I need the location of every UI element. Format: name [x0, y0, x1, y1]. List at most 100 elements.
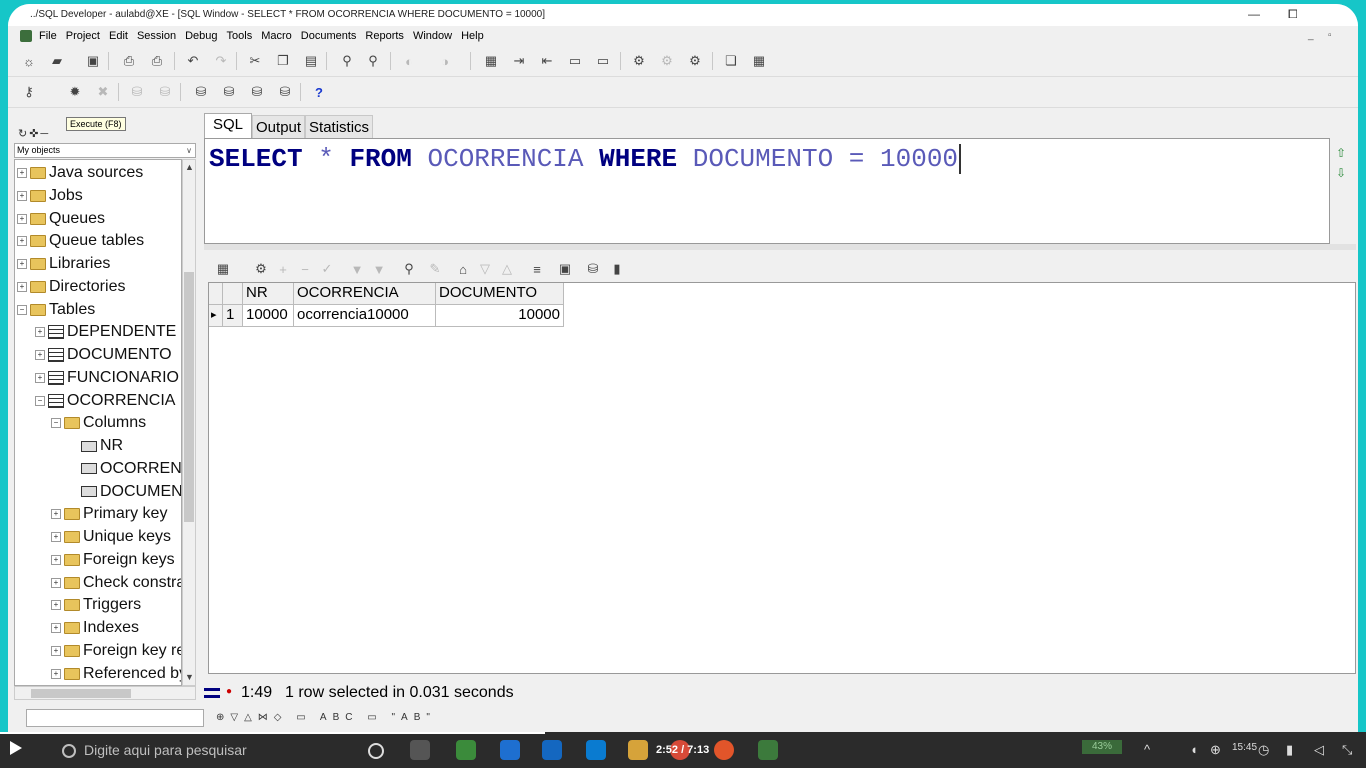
- tab-output[interactable]: Output: [252, 115, 306, 138]
- tree-node[interactable]: + DOCUMENTO: [35, 345, 172, 365]
- sql-developer-taskbar-icon[interactable]: [758, 740, 778, 760]
- tile-icon[interactable]: ▦: [750, 52, 768, 70]
- object-filter-select[interactable]: My objects ∨: [14, 143, 196, 158]
- network-icon[interactable]: ⊕: [1210, 742, 1221, 758]
- file-explorer-icon[interactable]: [628, 740, 648, 760]
- menu-window[interactable]: Window: [413, 30, 452, 42]
- hscroll-thumb[interactable]: [31, 689, 131, 698]
- delete-record-icon[interactable]: −: [296, 260, 314, 278]
- timer-icon[interactable]: ◷: [1258, 742, 1269, 758]
- tree-node[interactable]: − OCORRENCIA: [35, 391, 175, 411]
- collapse-icon[interactable]: −: [35, 395, 45, 406]
- expand-icon[interactable]: +: [51, 600, 61, 611]
- uncomment-icon[interactable]: ▭: [594, 52, 612, 70]
- tree-horizontal-scrollbar[interactable]: [14, 686, 196, 700]
- menu-documents[interactable]: Documents: [301, 30, 357, 42]
- tree-node[interactable]: + Java sources: [17, 163, 143, 183]
- copy-icon[interactable]: ❐: [274, 52, 292, 70]
- tab-sql[interactable]: SQL: [204, 113, 253, 138]
- menu-debug[interactable]: Debug: [185, 30, 217, 42]
- fullscreen-exit-icon[interactable]: ⤡: [1342, 742, 1352, 758]
- tree-node[interactable]: + Libraries: [17, 254, 110, 274]
- speaker-icon[interactable]: ◖: [1190, 742, 1198, 757]
- expand-icon[interactable]: +: [17, 213, 27, 224]
- export-icon[interactable]: ▣: [556, 260, 574, 278]
- print-icon[interactable]: ⎙: [120, 52, 138, 70]
- tree-node[interactable]: + Queue tables: [17, 231, 144, 251]
- fetch-next-icon[interactable]: ▼: [348, 260, 366, 278]
- redo-icon[interactable]: ↷: [212, 52, 230, 70]
- column-header[interactable]: [209, 283, 223, 305]
- tree-node[interactable]: + Unique keys: [51, 527, 171, 547]
- video-progress-bar[interactable]: [0, 732, 545, 734]
- grid-find-icon[interactable]: ⚲: [400, 260, 418, 278]
- tree-node[interactable]: OCORRENCIA: [67, 459, 181, 479]
- tree-node[interactable]: + Triggers: [51, 595, 141, 615]
- scroll-thumb[interactable]: [184, 272, 194, 522]
- menu-tools[interactable]: Tools: [227, 30, 253, 42]
- expand-icon[interactable]: +: [51, 532, 61, 542]
- mdi-minimize-icon[interactable]: _: [1308, 30, 1314, 41]
- grid-cell[interactable]: 10000: [436, 305, 564, 327]
- volume-icon[interactable]: ◁: [1314, 742, 1324, 758]
- expand-icon[interactable]: +: [35, 350, 45, 360]
- expand-icon[interactable]: +: [51, 668, 61, 679]
- clear-icon[interactable]: ✎: [426, 260, 444, 278]
- outlook-icon[interactable]: [542, 740, 562, 760]
- tree-node[interactable]: + DEPENDENTE: [35, 322, 176, 342]
- insert-record-icon[interactable]: +: [274, 260, 292, 278]
- compile-icon[interactable]: ▦: [482, 52, 500, 70]
- scroll-down-icon[interactable]: ▼: [185, 672, 194, 682]
- arrow-down-icon[interactable]: ⇩: [1336, 166, 1346, 180]
- edge-icon[interactable]: [500, 740, 520, 760]
- menu-session[interactable]: Session: [137, 30, 176, 42]
- find-icon[interactable]: ⚲: [338, 52, 356, 70]
- teams-icon[interactable]: [586, 740, 606, 760]
- maximize-button[interactable]: ⧠: [1288, 7, 1298, 22]
- browser-tools[interactable]: ↻✜─: [18, 127, 50, 140]
- beautify-icon[interactable]: ⚙: [630, 52, 648, 70]
- sort-asc-icon[interactable]: △: [498, 260, 516, 278]
- widgets-icon[interactable]: [410, 740, 430, 760]
- scroll-up-icon[interactable]: ▲: [185, 162, 194, 172]
- collapse-icon[interactable]: −: [17, 304, 27, 315]
- find-replace-icon[interactable]: ⚲: [364, 52, 382, 70]
- tree-node[interactable]: − Columns: [51, 413, 146, 433]
- menu-help[interactable]: Help: [461, 30, 484, 42]
- unindent-icon[interactable]: ⇤: [538, 52, 556, 70]
- new-icon[interactable]: ☼: [20, 52, 38, 70]
- chevron-down-icon[interactable]: ∨: [186, 144, 192, 157]
- expand-icon[interactable]: +: [17, 281, 27, 292]
- paste-icon[interactable]: ▤: [302, 52, 320, 70]
- fetch-last-icon[interactable]: ▼: [370, 260, 388, 278]
- menu-edit[interactable]: Edit: [109, 30, 128, 42]
- collapse-icon[interactable]: −: [51, 418, 61, 429]
- expand-icon[interactable]: +: [51, 577, 61, 588]
- column-header[interactable]: DOCUMENTO: [436, 283, 564, 305]
- help-icon[interactable]: ?: [310, 83, 328, 101]
- expand-icon[interactable]: +: [35, 372, 45, 383]
- tree-node[interactable]: + Foreign keys: [51, 550, 175, 570]
- tree-node[interactable]: NR: [67, 436, 123, 456]
- signal-icon[interactable]: ▮: [1286, 742, 1293, 758]
- tree-node[interactable]: + Jobs: [17, 186, 83, 206]
- windows-icon[interactable]: ❏: [722, 52, 740, 70]
- mdi-restore-icon[interactable]: ▫: [1328, 30, 1332, 41]
- tree-node[interactable]: + Foreign key references: [51, 641, 181, 661]
- expand-icon[interactable]: +: [17, 190, 27, 201]
- grid-cell[interactable]: ocorrencia10000: [294, 305, 436, 327]
- table-row[interactable]: ▸ 1 10000 ocorrencia10000 10000: [209, 305, 564, 327]
- break-icon[interactable]: ✖: [94, 83, 112, 101]
- tree-node[interactable]: + Check constraints: [51, 573, 181, 593]
- commit-icon[interactable]: ⛁: [128, 83, 146, 101]
- expand-icon[interactable]: +: [51, 554, 61, 565]
- task-view-icon[interactable]: [368, 743, 384, 759]
- play-icon[interactable]: [10, 741, 22, 755]
- tree-node[interactable]: + Directories: [17, 277, 125, 297]
- menu-macro[interactable]: Macro: [261, 30, 292, 42]
- firefox-icon[interactable]: [714, 740, 734, 760]
- tree-node[interactable]: + Indexes: [51, 618, 139, 638]
- tab-statistics[interactable]: Statistics: [305, 115, 374, 138]
- execute-icon[interactable]: ✹: [66, 83, 84, 101]
- tree-node[interactable]: + Referenced by: [51, 664, 181, 684]
